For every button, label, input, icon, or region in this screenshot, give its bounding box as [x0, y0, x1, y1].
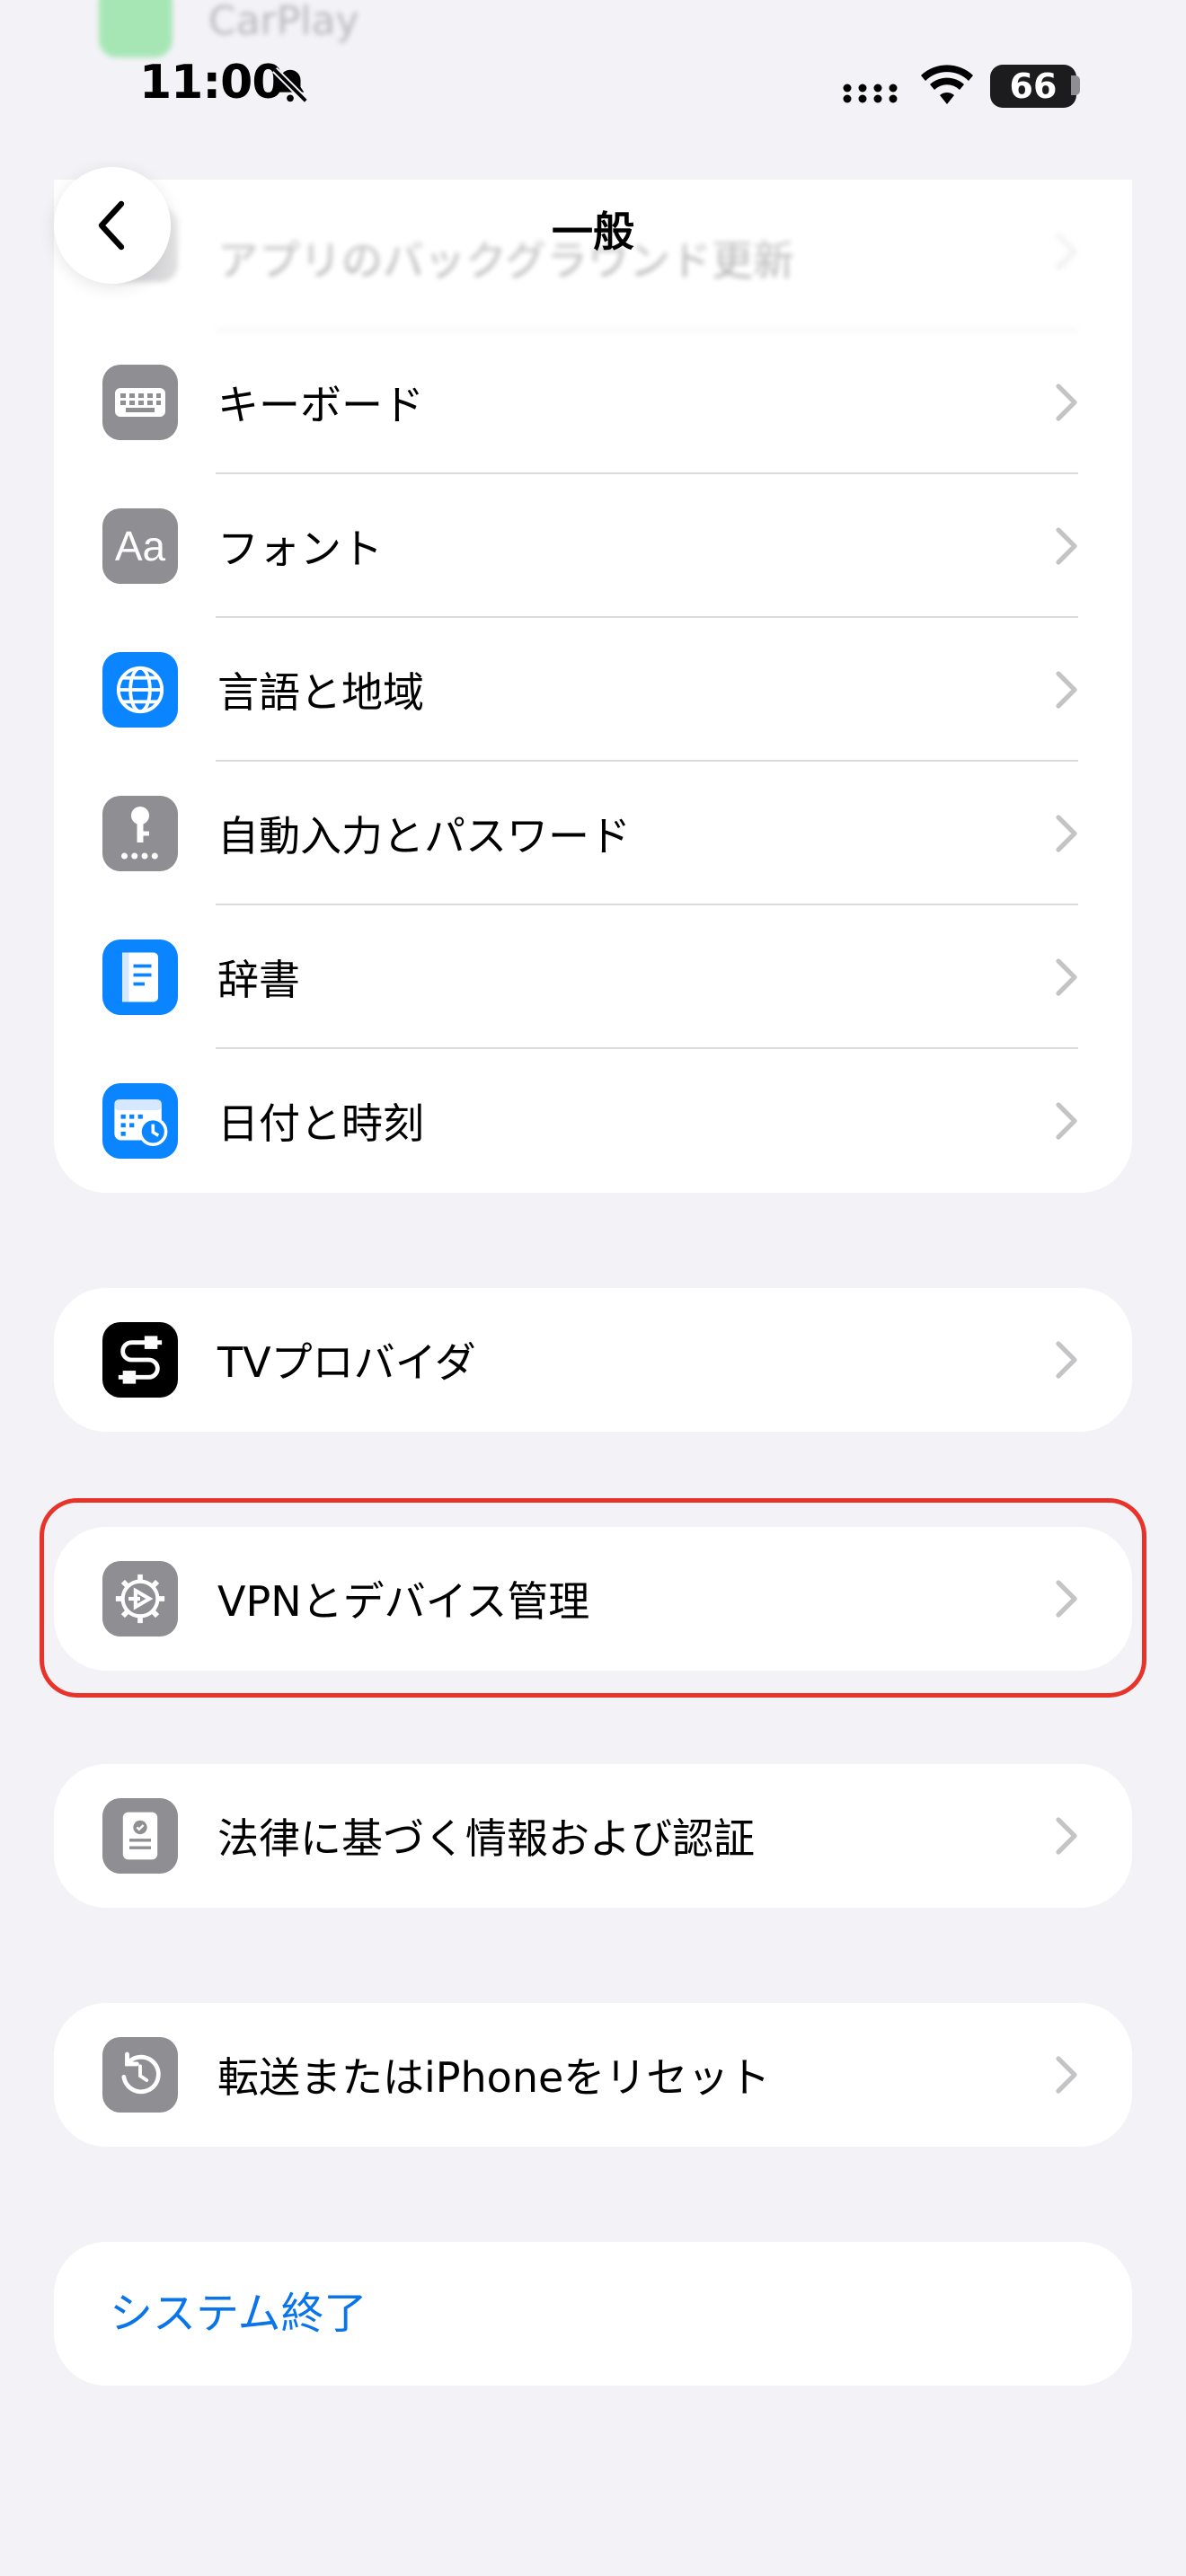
globe-icon	[102, 652, 178, 728]
chevron-right-icon	[1056, 1817, 1077, 1855]
silent-bell-icon	[272, 67, 308, 103]
reset-icon	[102, 2037, 178, 2113]
calendar-clock-icon	[102, 1083, 178, 1159]
shutdown-label: システム終了	[110, 2289, 367, 2339]
wifi-icon	[921, 65, 973, 104]
carplay-icon	[99, 0, 173, 57]
chevron-right-icon	[1056, 815, 1077, 852]
carplay-label: CarPlay	[208, 0, 359, 44]
key-icon	[102, 796, 178, 871]
battery-level: 66	[1009, 66, 1058, 106]
list-item-fonts[interactable]: Aa フォント	[54, 474, 1132, 618]
chevron-right-icon	[1056, 384, 1077, 421]
tv-provider-icon	[102, 1322, 178, 1398]
settings-group-tv-provider: TVプロバイダ	[54, 1288, 1132, 1432]
chevron-right-icon	[1056, 527, 1077, 565]
chevron-right-icon	[1056, 958, 1077, 996]
list-item-label: 法律に基づく情報および認証	[217, 1814, 755, 1863]
list-item-keyboard[interactable]: キーボード	[54, 331, 1132, 474]
list-item-label: TVプロバイダ	[217, 1338, 476, 1387]
status-bar: CarPlay 11:00 66	[0, 0, 1186, 171]
settings-group-reset: 転送またはiPhoneをリセット	[54, 2003, 1132, 2147]
settings-group-general: アプリのバックグラウンド更新 キーボード Aa フォント 言語と地域 自動入力と…	[54, 180, 1132, 1193]
chevron-right-icon	[1056, 1102, 1077, 1140]
list-item-label: キーボード	[217, 381, 424, 429]
list-item-date-time[interactable]: 日付と時刻	[54, 1049, 1132, 1193]
list-item-label: 日付と時刻	[217, 1099, 424, 1148]
certificate-icon	[102, 1798, 178, 1874]
list-item-legal-certification[interactable]: 法律に基づく情報および認証	[54, 1764, 1132, 1908]
status-time: 11:00	[139, 56, 285, 110]
chevron-right-icon	[1056, 1341, 1077, 1379]
list-item-autofill-passwords[interactable]: 自動入力とパスワード	[54, 762, 1132, 905]
list-item-label: フォント	[217, 525, 383, 573]
settings-group-legal: 法律に基づく情報および認証	[54, 1764, 1132, 1908]
chevron-right-icon	[1056, 2056, 1077, 2094]
font-icon: Aa	[102, 508, 178, 584]
list-item-tv-provider[interactable]: TVプロバイダ	[54, 1288, 1132, 1432]
list-item-label: 自動入力とパスワード	[217, 812, 631, 860]
list-item-label: 転送またはiPhoneをリセット	[217, 2053, 771, 2102]
list-item-label: 言語と地域	[217, 668, 424, 717]
list-item-transfer-reset[interactable]: 転送またはiPhoneをリセット	[54, 2003, 1132, 2147]
shutdown-button[interactable]: システム終了	[54, 2242, 1132, 2386]
cellular-signal-icon	[843, 84, 898, 103]
battery-tip	[1071, 75, 1080, 95]
page-title: 一般	[552, 207, 634, 256]
battery-indicator: 66	[990, 65, 1076, 108]
highlight-box	[40, 1498, 1146, 1698]
list-item-dictionary[interactable]: 辞書	[54, 905, 1132, 1049]
book-icon	[102, 940, 178, 1015]
chevron-right-icon	[1056, 671, 1077, 709]
carplay-row-ghost: CarPlay	[99, 0, 359, 57]
keyboard-icon	[102, 365, 178, 440]
list-item-language-region[interactable]: 言語と地域	[54, 618, 1132, 762]
list-item-label: 辞書	[217, 956, 300, 1004]
